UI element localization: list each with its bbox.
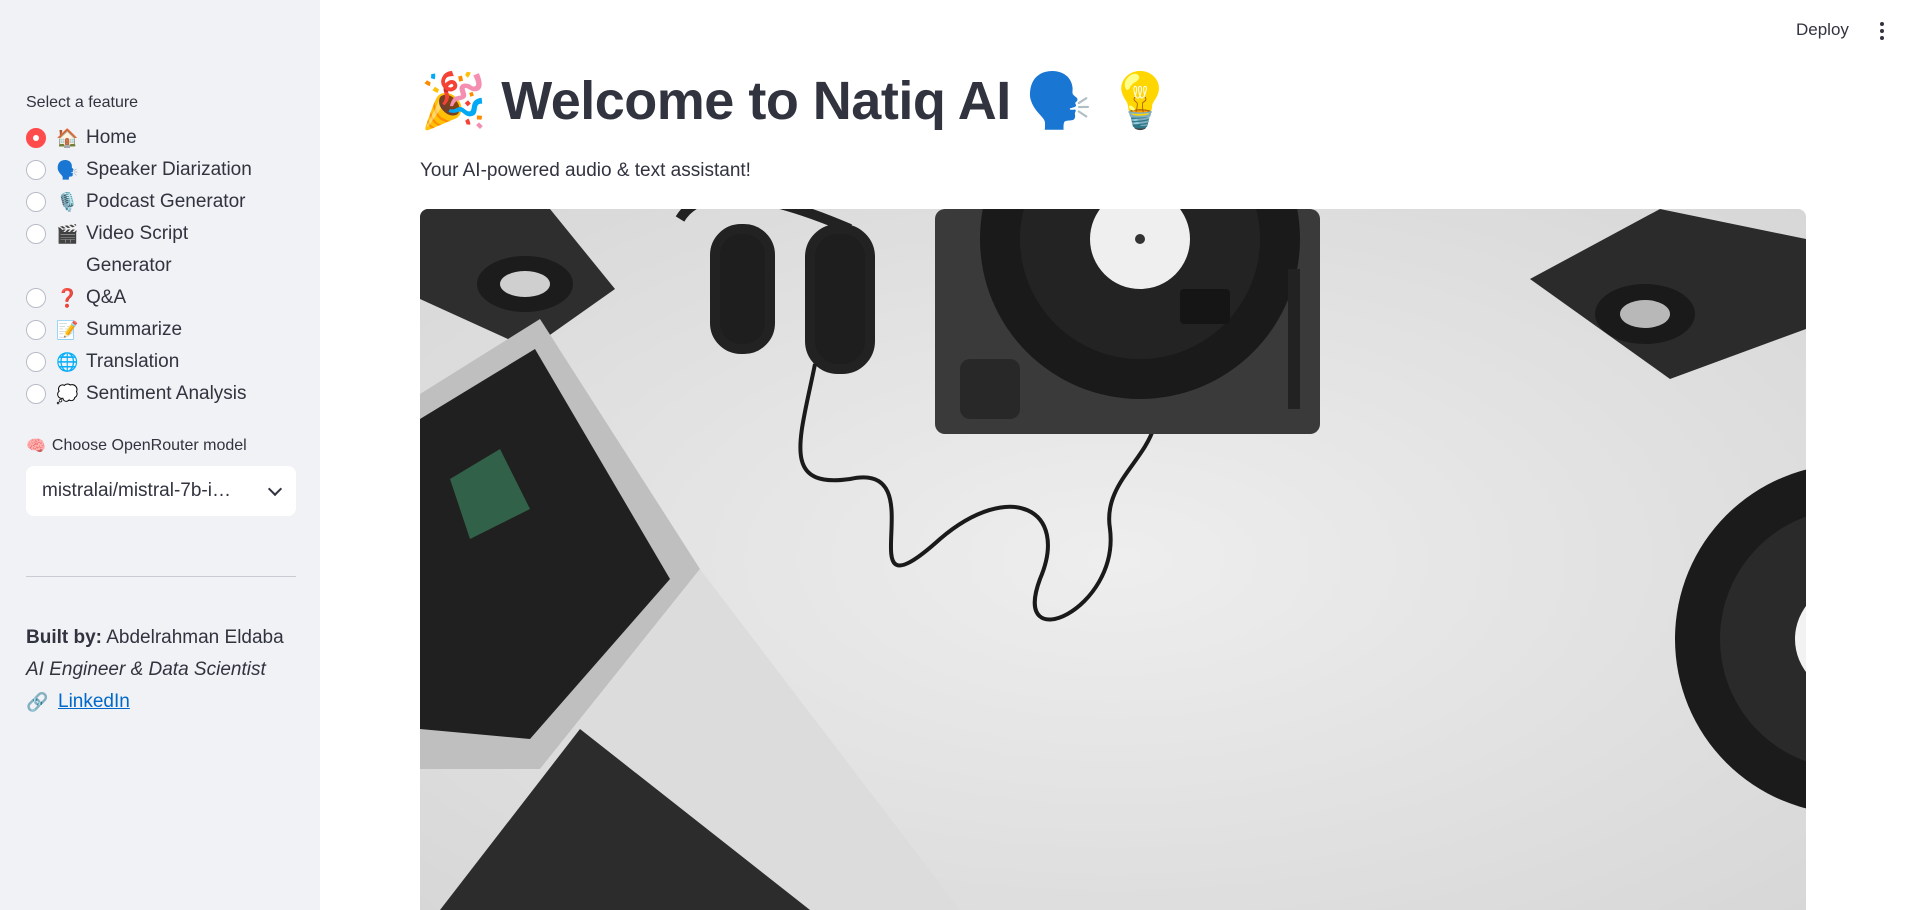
- linkedin-link[interactable]: LinkedIn: [58, 686, 130, 718]
- feature-option-video-script-generator[interactable]: 🎬 Video Script Generator: [26, 218, 295, 282]
- linkedin-row: 🔗 LinkedIn: [26, 686, 295, 718]
- model-select-label-text: Choose OpenRouter model: [51, 437, 247, 454]
- feature-option-translation[interactable]: 🌐 Translation: [26, 346, 295, 378]
- feature-select-label: Select a feature: [26, 94, 139, 111]
- laptop-icon: [420, 319, 960, 910]
- radio-button[interactable]: [26, 128, 46, 148]
- feature-radio-group: 🏠 Home 🗣️ Speaker Diarization 🎙️ Podcast Ge…: [26, 122, 295, 410]
- credits-block: Built by: Abdelrahman Eldaba AI Engineer…: [26, 622, 295, 718]
- feature-option-summarize[interactable]: 📝 Summarize: [26, 314, 295, 346]
- radio-button[interactable]: [26, 224, 46, 244]
- speaker-right-icon: [1530, 209, 1806, 379]
- feature-option-label: Sentiment Analysis: [86, 383, 247, 404]
- feature-option-label: Video Script Generator: [86, 223, 189, 276]
- kebab-menu-icon[interactable]: [1880, 22, 1886, 43]
- feature-option-label: Q&A: [86, 287, 127, 308]
- radio-button[interactable]: [26, 192, 46, 212]
- deploy-button[interactable]: Deploy: [1796, 20, 1849, 40]
- hero-illustration: [420, 209, 1806, 910]
- radio-button[interactable]: [26, 160, 46, 180]
- chevron-down-icon: [267, 481, 283, 496]
- speaking-head-icon: 🗣️: [56, 160, 79, 180]
- microphone-icon: 🎙️: [56, 192, 79, 212]
- home-icon: 🏠: [56, 128, 79, 148]
- hero-image: [420, 209, 1806, 910]
- radio-button[interactable]: [26, 352, 46, 372]
- question-mark-icon: ❓: [56, 288, 79, 308]
- sidebar-divider: [26, 576, 296, 577]
- page-subtitle: Your AI-powered audio & text assistant!: [420, 160, 751, 181]
- feature-option-sentiment-analysis[interactable]: 💭 Sentiment Analysis: [26, 378, 295, 410]
- memo-icon: 📝: [56, 320, 79, 340]
- feature-option-speaker-diarization[interactable]: 🗣️ Speaker Diarization: [26, 154, 295, 186]
- built-by-label: Built by:: [26, 627, 102, 648]
- model-select-label: 🧠 Choose OpenRouter model: [26, 436, 295, 456]
- feature-option-label: Home: [86, 127, 137, 148]
- sidebar: Select a feature 🏠 Home 🗣️ Speaker Diariza…: [0, 0, 320, 910]
- feature-option-qa[interactable]: ❓ Q&A: [26, 282, 295, 314]
- clapper-board-icon: 🎬: [56, 224, 79, 244]
- feature-option-label: Translation: [86, 351, 180, 372]
- model-select[interactable]: mistralai/mistral-7b-i…: [26, 466, 296, 516]
- feature-option-home[interactable]: 🏠 Home: [26, 122, 295, 154]
- feature-option-podcast-generator[interactable]: 🎙️ Podcast Generator: [26, 186, 295, 218]
- radio-button[interactable]: [26, 320, 46, 340]
- speaker-left-icon: [420, 209, 615, 349]
- built-by-line: Built by: Abdelrahman Eldaba: [26, 622, 295, 654]
- radio-button[interactable]: [26, 384, 46, 404]
- headphones-icon: [675, 209, 875, 374]
- radio-button[interactable]: [26, 288, 46, 308]
- globe-icon: 🌐: [56, 352, 79, 372]
- feature-option-label: Summarize: [86, 319, 183, 340]
- page-title: 🎉 Welcome to Natiq AI 🗣️ 💡: [420, 71, 1174, 131]
- built-by-name: Abdelrahman Eldaba: [102, 627, 284, 648]
- model-select-value: mistralai/mistral-7b-i…: [42, 480, 231, 501]
- link-icon: 🔗: [26, 692, 49, 712]
- feature-option-label: Podcast Generator: [86, 191, 246, 212]
- vinyl-record-icon: [1675, 469, 1806, 809]
- author-role: AI Engineer & Data Scientist: [26, 659, 266, 680]
- brain-icon: 🧠: [26, 438, 46, 455]
- thought-balloon-icon: 💭: [56, 384, 79, 404]
- turntable-icon: [935, 209, 1320, 434]
- feature-option-label: Speaker Diarization: [86, 159, 252, 180]
